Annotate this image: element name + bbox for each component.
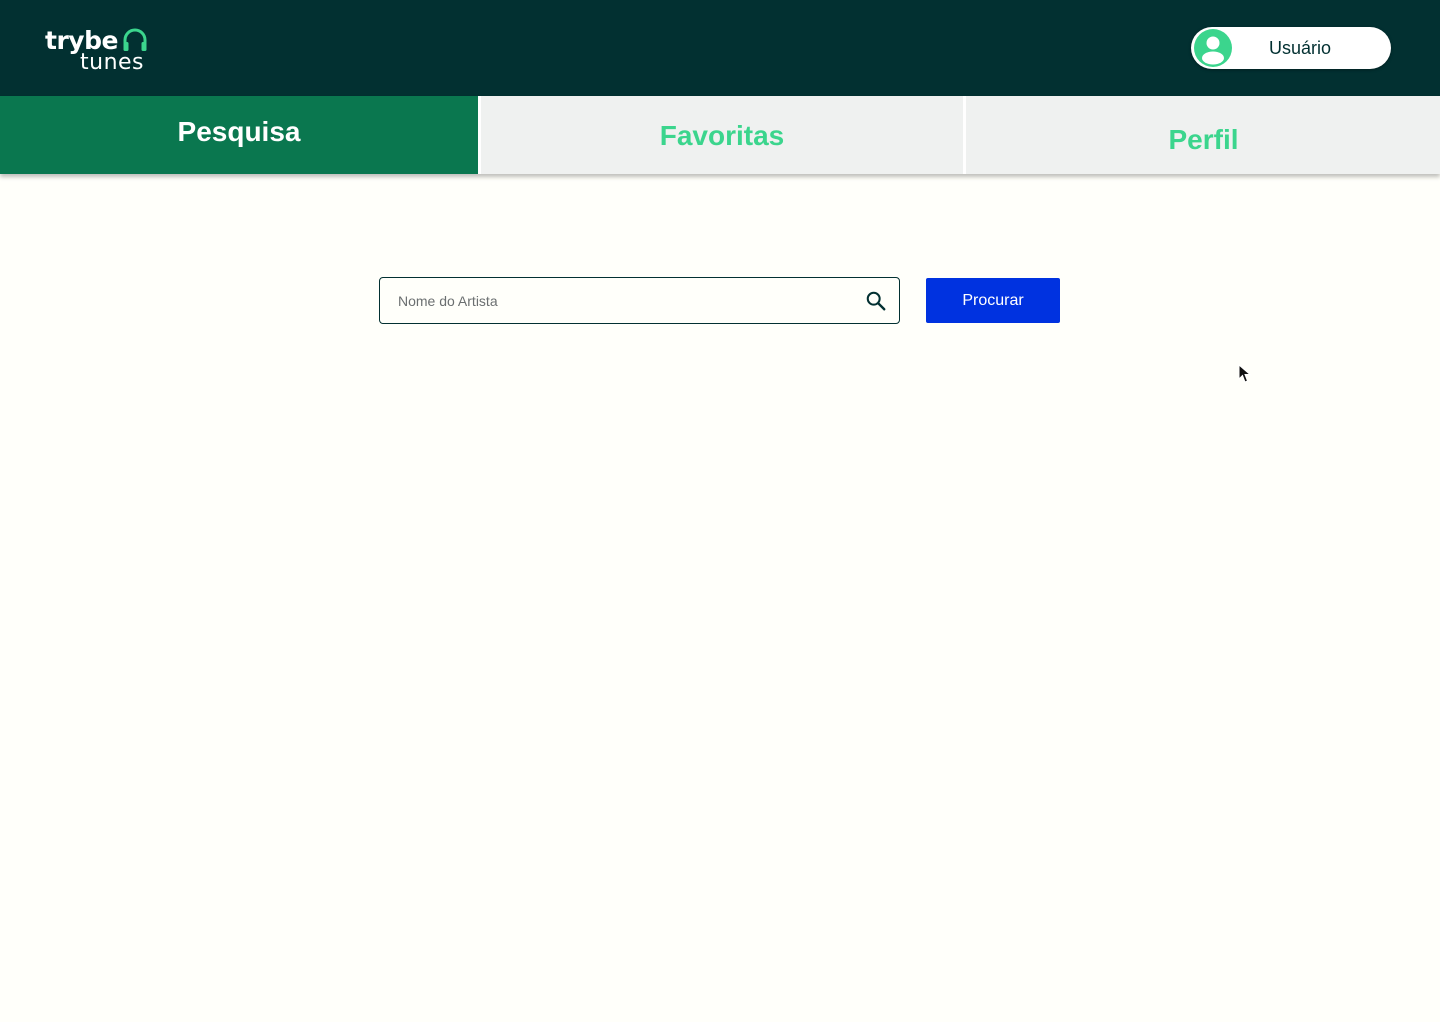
search-button[interactable]: Procurar [926, 278, 1060, 323]
search-field[interactable] [379, 277, 900, 324]
tab-perfil-label: Perfil [1168, 124, 1239, 155]
user-profile-badge[interactable]: Usuário [1191, 27, 1391, 69]
tab-pesquisa-label: Pesquisa [177, 116, 301, 147]
app-header: trybe tunes Usuário [0, 0, 1440, 96]
user-name: Usuário [1269, 38, 1332, 58]
tab-perfil[interactable]: Perfil [967, 96, 1440, 174]
user-avatar-icon [1194, 29, 1232, 67]
tab-divider [963, 96, 966, 174]
trybe-tunes-logo[interactable]: trybe tunes [45, 26, 155, 76]
tab-pesquisa[interactable]: Pesquisa [0, 96, 478, 174]
search-icon[interactable] [865, 290, 887, 312]
logo-tunes-text: tunes [80, 50, 145, 75]
headphones-icon [123, 28, 147, 51]
tab-favoritas[interactable]: Favoritas [481, 96, 963, 174]
artist-search-input[interactable] [396, 278, 856, 323]
nav-tabs: Pesquisa Favoritas Perfil [0, 96, 1440, 174]
mouse-cursor-icon [1238, 364, 1252, 383]
tab-favoritas-label: Favoritas [659, 120, 785, 151]
